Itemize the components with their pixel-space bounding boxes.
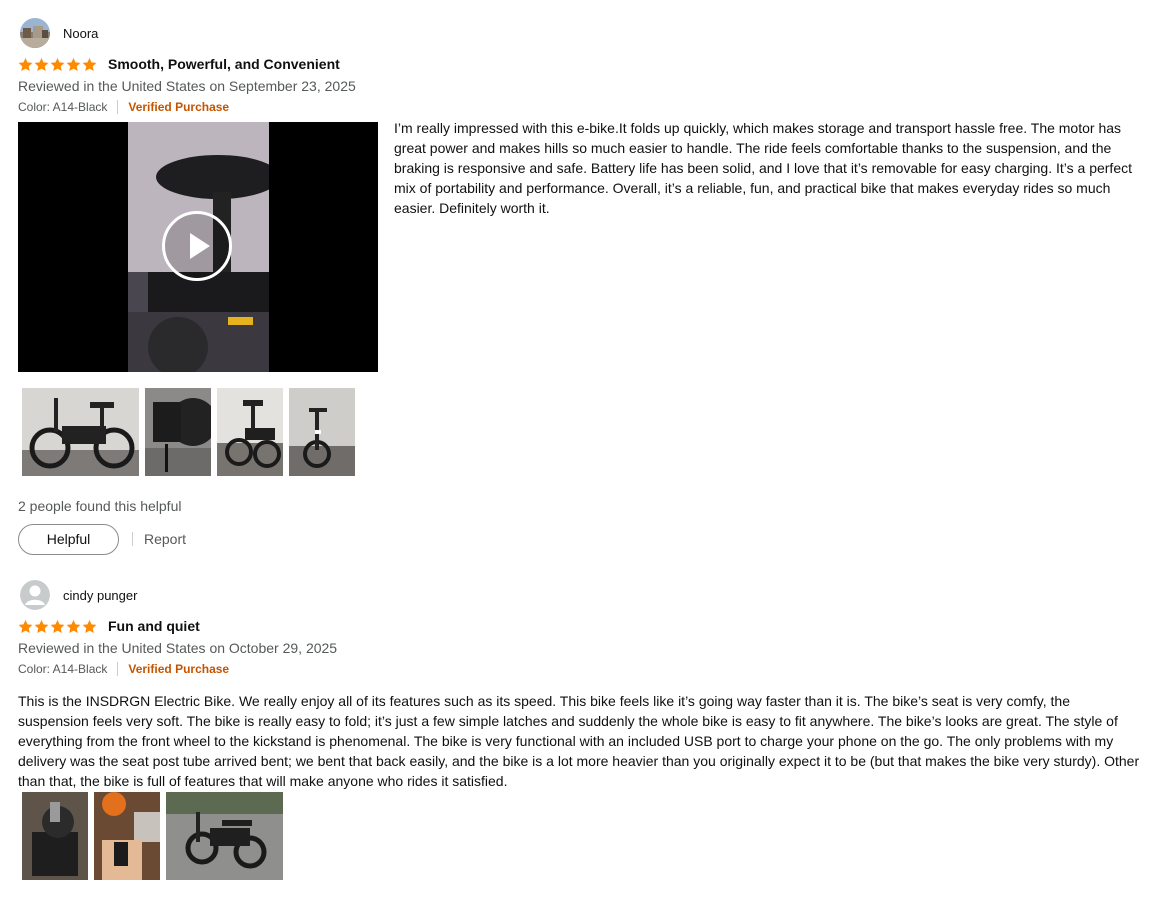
play-button[interactable] <box>162 211 232 281</box>
review-card: cindy punger Fun and quiet Reviewed in t… <box>18 578 1143 880</box>
reviewer-profile[interactable]: Noora <box>18 16 1143 50</box>
bike-photo <box>166 792 283 880</box>
review-card: Noora Smooth, Powerful, and Convenient R… <box>18 16 1143 555</box>
bike-photo <box>145 388 211 476</box>
star-rating[interactable] <box>18 57 98 72</box>
star-icon <box>18 619 33 633</box>
reviewer-name[interactable]: cindy punger <box>63 588 137 603</box>
meta-divider <box>117 100 119 114</box>
review-title[interactable]: Fun and quiet <box>108 618 200 634</box>
play-icon <box>190 233 210 259</box>
star-icon <box>82 619 97 633</box>
helpful-count: 2 people found this helpful <box>18 498 182 514</box>
meta-divider <box>117 662 119 676</box>
report-link[interactable]: Report <box>144 531 186 547</box>
review-video[interactable] <box>18 122 378 372</box>
helpful-button[interactable]: Helpful <box>18 524 119 555</box>
color-variant[interactable]: Color: A14-Black <box>18 100 107 114</box>
star-icon <box>18 57 33 71</box>
star-icon <box>66 57 81 71</box>
default-avatar-icon <box>20 580 50 610</box>
verified-purchase-badge: Verified Purchase <box>128 100 230 114</box>
star-icon <box>50 619 65 633</box>
star-icon <box>34 57 49 71</box>
reviewer-profile[interactable]: cindy punger <box>18 578 1143 612</box>
review-image-thumbnail[interactable] <box>166 792 283 880</box>
review-title[interactable]: Smooth, Powerful, and Convenient <box>108 56 340 72</box>
bike-photo <box>22 792 88 880</box>
review-body: This is the INSDRGN Electric Bike. We re… <box>18 693 1140 789</box>
review-date: Reviewed in the United States on Septemb… <box>18 78 356 94</box>
review-date: Reviewed in the United States on October… <box>18 640 338 656</box>
star-icon <box>82 57 97 71</box>
review-image-thumbnail[interactable] <box>217 388 283 476</box>
avatar[interactable] <box>20 580 50 610</box>
bike-photo <box>22 388 139 476</box>
bike-photo <box>94 792 160 880</box>
reviewer-name[interactable]: Noora <box>63 26 98 41</box>
star-rating[interactable] <box>18 619 98 634</box>
action-divider <box>132 532 133 546</box>
avatar[interactable] <box>20 18 50 48</box>
review-body: I’m really impressed with this e-bike.It… <box>394 120 1133 216</box>
bike-photo <box>217 388 283 476</box>
star-icon <box>34 619 49 633</box>
color-variant[interactable]: Color: A14-Black <box>18 662 107 676</box>
review-image-thumbnail[interactable] <box>94 792 160 880</box>
star-icon <box>50 57 65 71</box>
star-icon <box>66 619 81 633</box>
review-image-thumbnail[interactable] <box>145 388 211 476</box>
review-image-thumbnail[interactable] <box>22 388 139 476</box>
bike-photo <box>289 388 355 476</box>
verified-purchase-badge: Verified Purchase <box>128 662 230 676</box>
review-image-thumbnail[interactable] <box>289 388 355 476</box>
review-image-thumbnail[interactable] <box>22 792 88 880</box>
